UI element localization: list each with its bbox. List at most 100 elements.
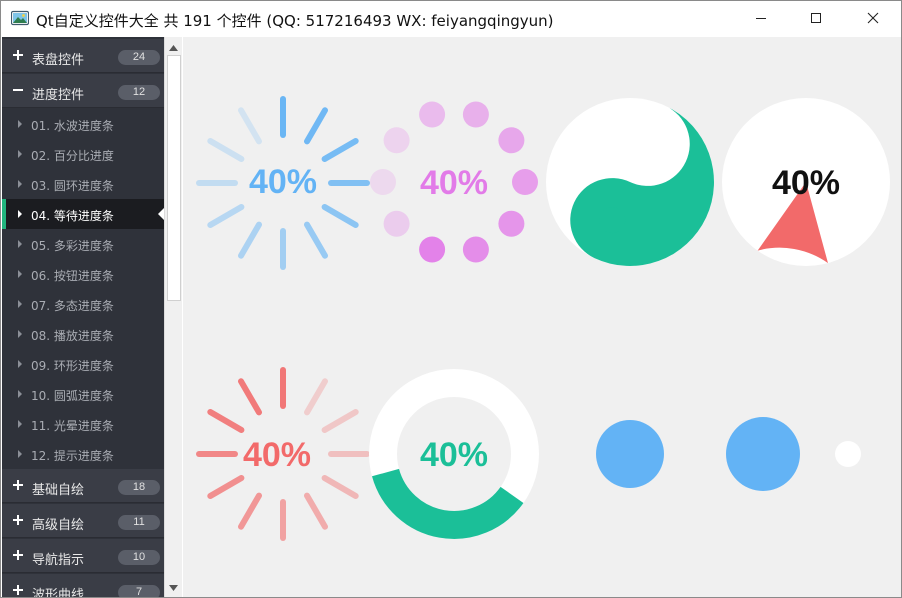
sidebar-item-08[interactable]: 08. 播放进度条 [2,319,164,349]
dots-progress-pink: 40% [370,101,538,263]
sidebar-group-navigation[interactable]: 导航指示 10 [2,539,164,573]
spinner-line [321,475,359,499]
spinner-dot [462,101,489,128]
bubble-small [835,441,861,467]
spinner-dot [512,169,538,195]
sidebar-item-12[interactable]: 12. 提示进度条 [2,439,164,469]
window-title: Qt自定义控件大全 共 191 个控件 (QQ: 517216493 WX: f… [36,12,554,30]
sidebar-item-label: 08. 播放进度条 [31,329,114,343]
spinner-dot [383,210,410,237]
caret-right-icon [18,390,22,398]
close-icon [867,12,879,24]
spinner-line [321,138,359,162]
bubble-large-right [726,417,800,491]
spinner-dot [498,210,525,237]
sidebar-item-09[interactable]: 09. 环形进度条 [2,349,164,379]
group-label: 表盘控件 [32,53,85,68]
group-count-badge: 18 [118,480,160,495]
minus-icon [13,89,23,91]
sidebar-item-05[interactable]: 05. 多彩进度条 [2,229,164,259]
plus-icon [13,515,23,525]
sidebar-item-label: 07. 多态进度条 [31,299,114,313]
sidebar-item-11[interactable]: 11. 光晕进度条 [2,409,164,439]
spinner-dot [370,169,396,195]
sidebar-item-label: 09. 环形进度条 [31,359,114,373]
sidebar-group-advanced[interactable]: 高级自绘 11 [2,504,164,538]
sidebar-group-dial[interactable]: 表盘控件 24 [2,39,164,73]
sidebar-item-02[interactable]: 02. 百分比进度 [2,139,164,169]
widget-canvas: 40% 40% 40% 40% 40% [183,37,901,597]
caret-right-icon [18,270,22,278]
plus-icon [13,585,23,595]
scroll-down-button[interactable] [165,579,182,596]
group-count-badge: 12 [118,85,160,100]
app-image-icon [11,10,29,26]
pie-percent: 40% [772,164,840,202]
sidebar-item-01[interactable]: 01. 水波进度条 [2,109,164,139]
spinner-blue-percent: 40% [249,163,317,201]
sidebar-group-progress[interactable]: 进度控件 12 [2,74,164,108]
minimize-button[interactable] [738,1,784,35]
spinner-progress-blue: 40% [196,96,370,270]
spinner-line [321,409,359,433]
ring-progress-teal: 40% [369,369,539,539]
sidebar-item-10[interactable]: 10. 圆弧进度条 [2,379,164,409]
caret-right-icon [18,330,22,338]
spinner-line [238,378,262,416]
sidebar-item-label: 04. 等待进度条 [31,209,114,223]
maximize-button[interactable] [793,1,839,35]
sidebar-item-label: 11. 光晕进度条 [31,419,114,433]
sidebar-group-wave[interactable]: 波形曲线 7 [2,574,164,598]
title-bar: Qt自定义控件大全 共 191 个控件 (QQ: 517216493 WX: f… [1,1,901,37]
caret-right-icon [18,120,22,128]
group-count-badge: 7 [118,585,160,597]
group-count-badge: 24 [118,50,160,65]
close-button[interactable] [850,1,896,35]
spinner-line [304,107,328,145]
caret-right-icon [18,300,22,308]
spinner-line [321,204,359,228]
spinner-line [304,492,328,530]
scrollbar-thumb[interactable] [167,55,181,301]
plus-icon [13,50,23,60]
spinner-progress-red: 40% [196,367,370,541]
caret-right-icon [18,180,22,188]
caret-right-icon [18,450,22,458]
sidebar-scrollbar[interactable] [164,37,182,597]
ring-progress-arc [371,468,524,539]
bubble-large-left [596,420,664,488]
sidebar-item-03[interactable]: 03. 圆环进度条 [2,169,164,199]
scroll-up-button[interactable] [165,39,182,56]
sidebar-item-04[interactable]: 04. 等待进度条 [2,199,164,229]
taiji-progress [546,98,714,266]
minimize-icon [756,18,766,19]
group-label: 波形曲线 [32,588,85,598]
dots-pink-percent: 40% [420,164,488,202]
caret-right-icon [18,210,22,218]
spinner-dot [419,236,446,263]
sidebar-item-06[interactable]: 06. 按钮进度条 [2,259,164,289]
app-window: Qt自定义控件大全 共 191 个控件 (QQ: 517216493 WX: f… [0,0,902,598]
spinner-line [207,409,245,433]
group-label: 进度控件 [32,88,85,103]
caret-right-icon [18,360,22,368]
spinner-dot [383,127,410,154]
sidebar-item-label: 05. 多彩进度条 [31,239,114,253]
plus-icon [13,550,23,560]
caret-right-icon [18,420,22,428]
sidebar-item-label: 02. 百分比进度 [31,149,114,163]
plus-icon [13,480,23,490]
group-count-badge: 10 [118,550,160,565]
sidebar-item-label: 01. 水波进度条 [31,119,114,133]
ring-teal-percent: 40% [420,436,488,474]
spinner-line [238,492,262,530]
scroll-down-arrow-icon [169,584,178,591]
spinner-line [207,204,245,228]
maximize-icon [811,13,821,23]
group-label: 高级自绘 [32,518,85,533]
caret-right-icon [18,150,22,158]
spinner-line [207,475,245,499]
spinner-line [238,221,262,259]
sidebar-group-basic[interactable]: 基础自绘 18 [2,469,164,503]
sidebar-item-07[interactable]: 07. 多态进度条 [2,289,164,319]
